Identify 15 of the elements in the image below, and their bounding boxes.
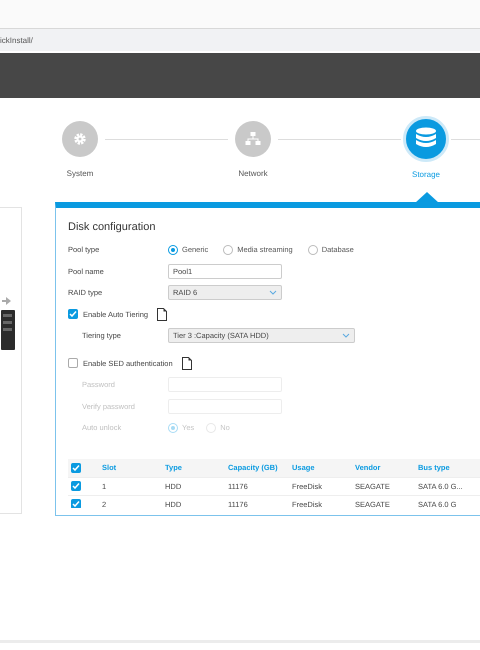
- document-icon[interactable]: [157, 308, 168, 321]
- document-icon[interactable]: [182, 356, 192, 370]
- step-database-icon[interactable]: [403, 116, 449, 162]
- step-gear-icon[interactable]: [62, 121, 98, 157]
- check-icon: [69, 310, 77, 318]
- row-checkbox[interactable]: [71, 481, 81, 491]
- chevron-down-icon: [342, 333, 350, 338]
- chevron-down-icon: [269, 290, 277, 296]
- address-bar[interactable]: ickInstall/: [0, 29, 480, 53]
- section-title: Disk configuration: [68, 221, 156, 233]
- select-all-checkbox[interactable]: [71, 462, 81, 472]
- row-checkbox[interactable]: [71, 499, 81, 508]
- step-label[interactable]: System: [66, 169, 94, 178]
- step-label[interactable]: Network: [238, 169, 268, 178]
- step-network-icon[interactable]: [235, 121, 271, 157]
